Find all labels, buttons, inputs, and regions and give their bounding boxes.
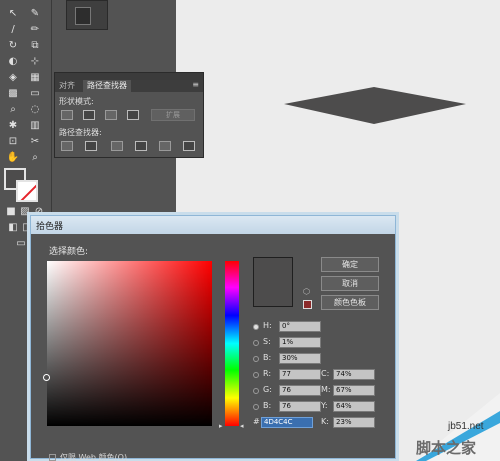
- shape-modes-label: 形状模式:: [59, 97, 94, 106]
- color-preview: [253, 257, 293, 307]
- blue-radio[interactable]: [253, 404, 259, 410]
- pencil-tool-icon[interactable]: ✏: [28, 24, 42, 36]
- select-color-label: 选择颜色:: [49, 247, 89, 257]
- watermark-text: 脚本之家: [416, 439, 477, 457]
- pathfinder-panel: 对齐 路径查找器 ≡ 形状模式: 扩展 路径查找器:: [54, 72, 204, 158]
- panel-menu-icon[interactable]: ≡: [192, 80, 199, 89]
- hue-arrow-left-icon[interactable]: ▸: [219, 422, 223, 430]
- trim-button[interactable]: [85, 141, 97, 151]
- pathfinders-label: 路径查找器:: [59, 128, 102, 137]
- outline-button[interactable]: [159, 141, 171, 151]
- hand-tool-icon[interactable]: ✋: [6, 152, 20, 164]
- cancel-button[interactable]: 取消: [321, 276, 379, 291]
- hue-slider[interactable]: [225, 261, 239, 426]
- screen-mode-icon[interactable]: ▭: [14, 238, 28, 250]
- pen-tool-icon[interactable]: ✎: [28, 8, 42, 20]
- green-input[interactable]: 76: [279, 385, 321, 396]
- rotate-tool-icon[interactable]: ↻: [6, 40, 20, 52]
- panel-grip[interactable]: [55, 73, 203, 80]
- dialog-body: 选择颜色: ▸ ◂ ⬡ 确定 取消 颜色色板 H: 0° S: 1% B: 30…: [31, 234, 395, 461]
- slice-tool-icon[interactable]: ✂: [28, 136, 42, 148]
- unite-button[interactable]: [61, 110, 73, 120]
- free-transform-tool-icon[interactable]: ⊹: [28, 56, 42, 68]
- brush-tool-icon[interactable]: /: [6, 24, 20, 36]
- panel-tabs: 对齐 路径查找器 ≡: [55, 80, 203, 92]
- color-mode-icon[interactable]: ■: [4, 206, 18, 218]
- graph-tool-icon[interactable]: ▥: [28, 120, 42, 132]
- web-only-checkbox[interactable]: [49, 454, 56, 461]
- red-input[interactable]: 77: [279, 369, 321, 380]
- intersect-button[interactable]: [105, 110, 117, 120]
- artboard-tool-icon[interactable]: ⊡: [6, 136, 20, 148]
- watermark-url: jb51.net: [448, 421, 484, 432]
- color-swatches-button[interactable]: 颜色色板: [321, 295, 379, 310]
- green-radio[interactable]: [253, 388, 259, 394]
- hue-radio[interactable]: [253, 324, 259, 330]
- hex-input[interactable]: 4D4C4C: [261, 417, 313, 428]
- cyan-input[interactable]: 74%: [333, 369, 375, 380]
- blue-input[interactable]: 76: [279, 401, 321, 412]
- symbol-sprayer-tool-icon[interactable]: ✱: [6, 120, 20, 132]
- minus-back-button[interactable]: [183, 141, 195, 151]
- yellow-input[interactable]: 64%: [333, 401, 375, 412]
- ok-button[interactable]: 确定: [321, 257, 379, 272]
- saturation-input[interactable]: 1%: [279, 337, 321, 348]
- collapsed-panel-button[interactable]: [66, 0, 108, 30]
- perspective-tool-icon[interactable]: ▦: [28, 72, 42, 84]
- crop-button[interactable]: [135, 141, 147, 151]
- web-only-label: 仅限 Web 颜色(O): [60, 453, 128, 461]
- warp-tool-icon[interactable]: ◐: [6, 56, 20, 68]
- scale-tool-icon[interactable]: ⧉: [28, 40, 42, 52]
- divide-button[interactable]: [61, 141, 73, 151]
- selection-tool-icon[interactable]: ↖: [6, 8, 20, 20]
- exclude-button[interactable]: [127, 110, 139, 120]
- hue-arrow-right-icon[interactable]: ◂: [240, 422, 244, 430]
- saturation-radio[interactable]: [253, 340, 259, 346]
- draw-mode-icon[interactable]: ◧: [6, 222, 20, 234]
- mesh-tool-icon[interactable]: ▩: [6, 88, 20, 100]
- red-radio[interactable]: [253, 372, 259, 378]
- stroke-color-swatch[interactable]: [16, 180, 38, 202]
- layers-icon: [75, 7, 91, 25]
- zoom-tool-icon[interactable]: ⌕: [28, 152, 42, 164]
- black-input[interactable]: 23%: [333, 417, 375, 428]
- web-safe-cube-icon[interactable]: ⬡: [303, 287, 310, 296]
- expand-button[interactable]: 扩展: [151, 109, 195, 121]
- merge-button[interactable]: [111, 141, 123, 151]
- color-picker-dialog: 拾色器 选择颜色: ▸ ◂ ⬡ 确定 取消 颜色色板 H: 0° S: 1% B…: [30, 215, 396, 461]
- out-of-gamut-swatch[interactable]: [303, 300, 312, 309]
- blend-tool-icon[interactable]: ◌: [28, 104, 42, 116]
- tab-align[interactable]: 对齐: [55, 80, 79, 92]
- dialog-titlebar[interactable]: 拾色器: [31, 216, 395, 234]
- tab-pathfinder[interactable]: 路径查找器: [83, 80, 131, 92]
- hue-input[interactable]: 0°: [279, 321, 321, 332]
- saturation-brightness-field[interactable]: [43, 261, 212, 426]
- gradient-tool-icon[interactable]: ▭: [28, 88, 42, 100]
- brightness-radio[interactable]: [253, 356, 259, 362]
- color-marker[interactable]: [43, 374, 50, 381]
- eyedropper-tool-icon[interactable]: ⌕: [6, 104, 20, 116]
- magenta-input[interactable]: 67%: [333, 385, 375, 396]
- shape-builder-tool-icon[interactable]: ◈: [6, 72, 20, 84]
- web-only-option[interactable]: 仅限 Web 颜色(O): [49, 452, 127, 461]
- minus-front-button[interactable]: [83, 110, 95, 120]
- brightness-input[interactable]: 30%: [279, 353, 321, 364]
- dialog-title: 拾色器: [36, 222, 64, 232]
